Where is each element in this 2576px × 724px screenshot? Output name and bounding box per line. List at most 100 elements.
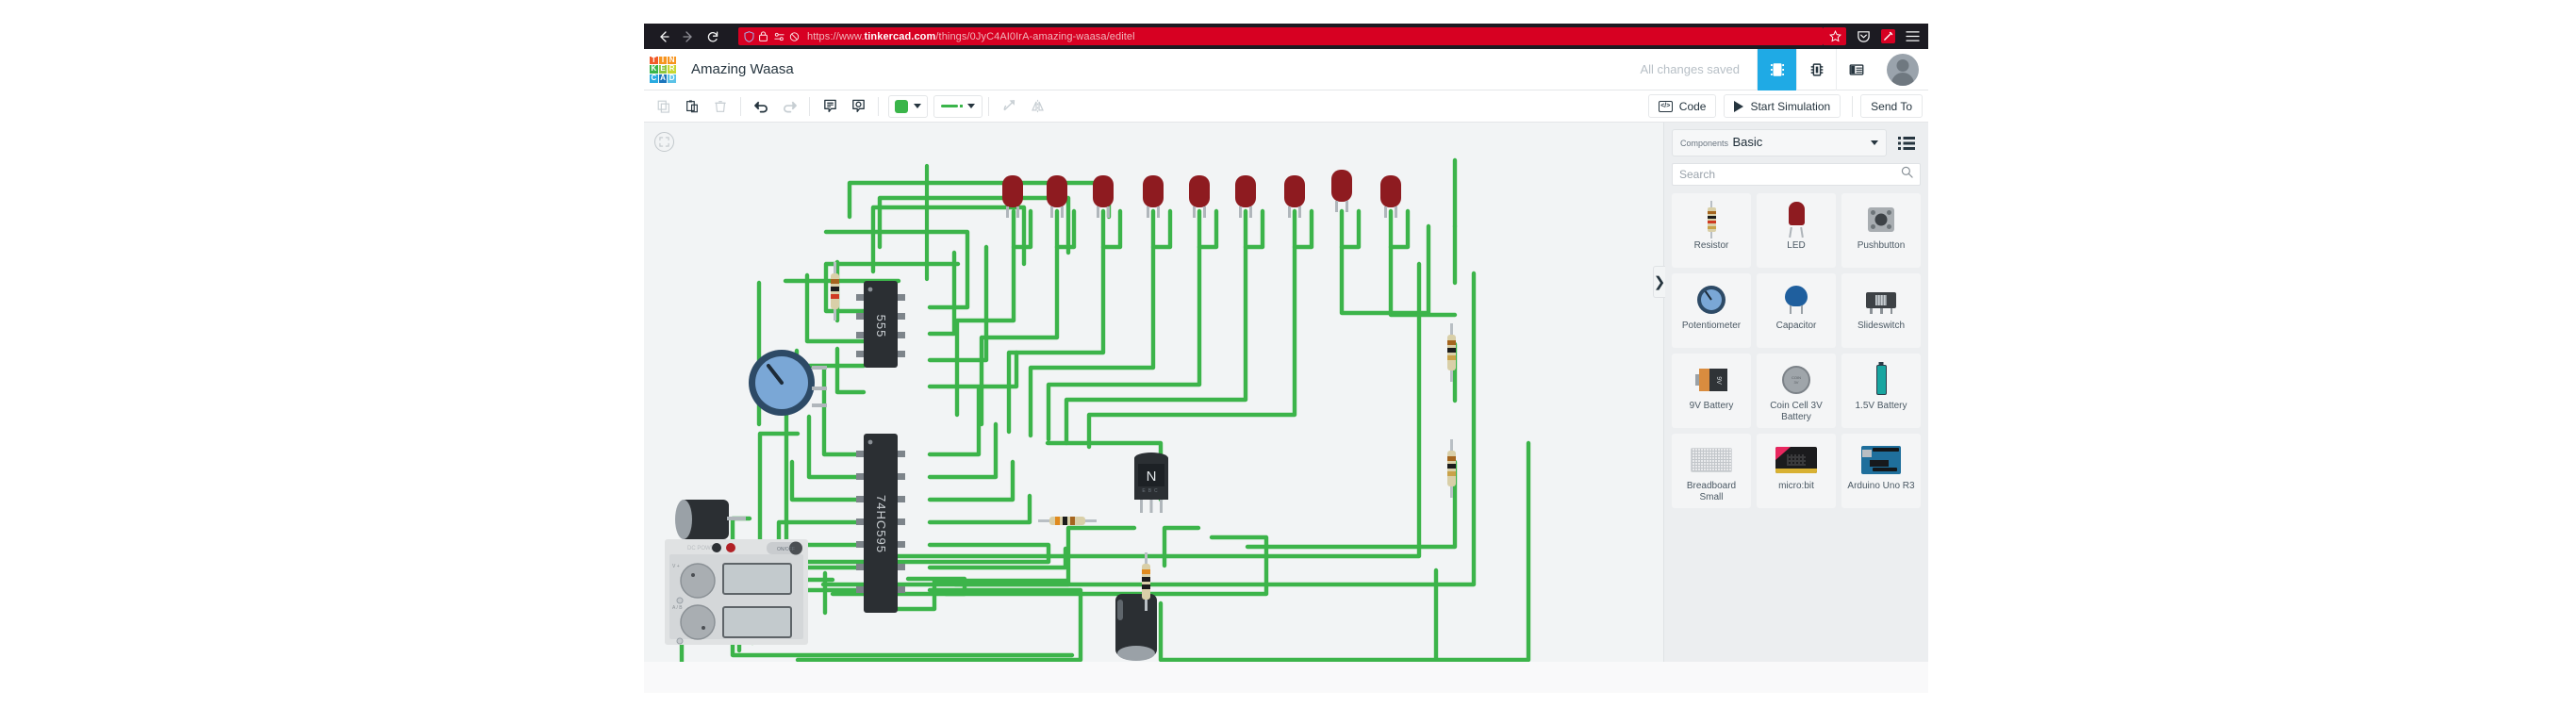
logo-tile-2: N bbox=[668, 55, 676, 65]
star-icon[interactable] bbox=[1824, 27, 1846, 45]
logo-tile-1: I bbox=[658, 56, 668, 65]
component-breadboard[interactable]: Breadboard Small bbox=[1672, 434, 1751, 508]
dropdown-value: Basic bbox=[1732, 135, 1763, 149]
redo-button[interactable] bbox=[775, 94, 803, 119]
component-15v-battery[interactable]: 1.5V Battery bbox=[1841, 354, 1921, 428]
component-label: 9V Battery bbox=[1689, 401, 1734, 411]
url-text: https://www.tinkercad.com/things/0JyC4AI… bbox=[804, 31, 1818, 42]
potentiometer bbox=[749, 350, 827, 416]
svg-text:EBC: EBC bbox=[1142, 488, 1160, 494]
slideswitch-icon bbox=[1866, 280, 1896, 320]
chevron-down-icon bbox=[914, 104, 921, 108]
address-bar[interactable]: https://www.tinkercad.com/things/0JyC4AI… bbox=[738, 27, 1824, 45]
logo-tile-5: R bbox=[668, 64, 676, 74]
send-to-button[interactable]: Send To bbox=[1860, 94, 1923, 118]
pocket-icon[interactable] bbox=[1856, 28, 1872, 44]
back-arrow-icon[interactable] bbox=[652, 26, 676, 47]
permissions-icon[interactable] bbox=[774, 30, 784, 42]
logo-tile-4: E bbox=[658, 64, 668, 74]
list-view-button[interactable] bbox=[1836, 48, 1875, 90]
component-label: Resistor bbox=[1693, 240, 1729, 251]
browser-toolbar: https://www.tinkercad.com/things/0JyC4AI… bbox=[644, 24, 1928, 49]
microbit-icon bbox=[1775, 440, 1817, 480]
wire-style-picker[interactable] bbox=[933, 94, 983, 118]
component-arduino[interactable]: Arduino Uno R3 bbox=[1841, 434, 1921, 508]
component-info-button[interactable] bbox=[844, 94, 872, 119]
component-slideswitch[interactable]: Slideswitch bbox=[1841, 273, 1921, 348]
components-grid: Resistor LED Pushbutton Potentiometer Ca… bbox=[1664, 193, 1928, 662]
logo-tile-6: C bbox=[650, 74, 658, 83]
panel-list-view-icon[interactable] bbox=[1892, 129, 1921, 156]
wire-style-preview bbox=[941, 105, 963, 107]
circuit-diagram[interactable]: 555 74HC595 N EBC DC POWER ON/OFF V + A … bbox=[644, 123, 1662, 662]
search-row bbox=[1664, 163, 1928, 193]
circuit-canvas[interactable]: 555 74HC595 N EBC DC POWER ON/OFF V + A … bbox=[644, 123, 1663, 662]
code-icon: </> bbox=[1658, 100, 1673, 112]
search-icon[interactable] bbox=[1901, 166, 1913, 183]
component-potentiometer[interactable]: Potentiometer bbox=[1672, 273, 1751, 348]
wire-color-swatch bbox=[895, 99, 908, 113]
rotate-button[interactable] bbox=[995, 94, 1023, 119]
shield-icon[interactable] bbox=[744, 30, 754, 42]
logo-tile-0: T bbox=[650, 55, 658, 65]
reload-icon[interactable] bbox=[701, 26, 725, 47]
components-category-dropdown[interactable]: Components Basic bbox=[1672, 129, 1887, 156]
component-pushbutton[interactable]: Pushbutton bbox=[1841, 193, 1921, 268]
component-microbit[interactable]: micro:bit bbox=[1757, 434, 1836, 508]
electrolytic-capacitor-bottom bbox=[1115, 594, 1157, 661]
edit-toolbar: </> Code Start Simulation Send To bbox=[644, 90, 1928, 123]
annotation-button[interactable] bbox=[816, 94, 844, 119]
avatar[interactable] bbox=[1887, 53, 1919, 86]
start-simulation-button[interactable]: Start Simulation bbox=[1724, 94, 1841, 118]
paste-button[interactable] bbox=[678, 94, 706, 119]
app-header: T I N K E R C A D Amazing Waasa All chan… bbox=[644, 48, 1928, 90]
magic-wand-extension-icon[interactable] bbox=[1881, 29, 1895, 43]
search-box[interactable] bbox=[1672, 163, 1921, 186]
component-9v-battery[interactable]: 9V 9V Battery bbox=[1672, 354, 1751, 428]
url-path: /things/0JyC4AI0IrA-amazing-waasa/editel bbox=[935, 30, 1135, 42]
component-label: Arduino Uno R3 bbox=[1847, 481, 1915, 491]
logo-tile-7: A bbox=[658, 74, 668, 83]
mirror-button[interactable] bbox=[1023, 94, 1051, 119]
undo-button[interactable] bbox=[747, 94, 775, 119]
component-led[interactable]: LED bbox=[1757, 193, 1836, 268]
svg-text:74HC595: 74HC595 bbox=[874, 495, 888, 553]
svg-text:A / B: A / B bbox=[672, 605, 683, 611]
component-label: Capacitor bbox=[1775, 321, 1817, 331]
breadboard-view-button[interactable] bbox=[1757, 48, 1796, 90]
svg-text:ON/OFF: ON/OFF bbox=[777, 547, 795, 552]
collapse-panel-button[interactable]: ❯ bbox=[1653, 266, 1665, 298]
copy-button[interactable] bbox=[650, 94, 678, 119]
component-label: Slideswitch bbox=[1857, 321, 1906, 331]
url-domain: tinkercad.com bbox=[864, 30, 936, 42]
capacitor-icon bbox=[1785, 280, 1808, 320]
toolbar-divider-4 bbox=[988, 96, 989, 116]
component-label: Breadboard Small bbox=[1686, 481, 1737, 502]
tinkercad-logo-icon[interactable]: T I N K E R C A D bbox=[650, 55, 676, 83]
hamburger-menu-icon[interactable] bbox=[1905, 28, 1921, 44]
search-input[interactable] bbox=[1679, 168, 1901, 181]
led-icon bbox=[1787, 200, 1806, 239]
send-to-label: Send To bbox=[1871, 99, 1912, 113]
design-title[interactable]: Amazing Waasa bbox=[691, 61, 794, 77]
component-resistor[interactable]: Resistor bbox=[1672, 193, 1751, 268]
start-simulation-label: Start Simulation bbox=[1750, 99, 1831, 113]
delete-button[interactable] bbox=[706, 94, 735, 119]
lock-icon[interactable] bbox=[759, 30, 769, 42]
components-panel: ❯ Components Basic Search Resistor LED P… bbox=[1653, 123, 1928, 662]
wire-color-picker[interactable] bbox=[888, 94, 928, 118]
svg-text:555: 555 bbox=[874, 315, 888, 338]
component-capacitor[interactable]: Capacitor bbox=[1757, 273, 1836, 348]
toolbar-right: </> Code Start Simulation Send To bbox=[1641, 94, 1928, 118]
component-label: Pushbutton bbox=[1857, 240, 1906, 251]
code-button-label: Code bbox=[1678, 99, 1707, 113]
panel-header: Components Basic bbox=[1664, 123, 1928, 163]
blocked-autoplay-icon[interactable] bbox=[789, 30, 800, 42]
component-coin-cell[interactable]: COIN 3V Coin Cell 3V Battery bbox=[1757, 354, 1836, 428]
ic-555: 555 bbox=[856, 281, 905, 368]
forward-arrow-icon[interactable] bbox=[676, 26, 701, 47]
code-button[interactable]: </> Code bbox=[1647, 94, 1717, 118]
dropdown-label: Components bbox=[1680, 139, 1729, 148]
schematic-view-button[interactable] bbox=[1796, 48, 1836, 90]
resistor-icon bbox=[1707, 200, 1716, 239]
